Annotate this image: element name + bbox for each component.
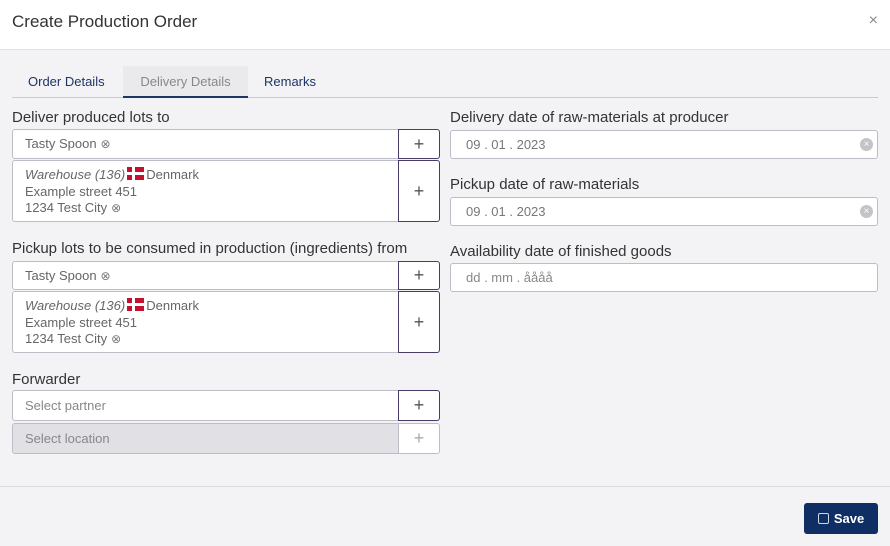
street: Example street 451	[25, 314, 138, 330]
clear-icon[interactable]: ⊗	[101, 269, 111, 283]
delivery-date-label: Delivery date of raw-materials at produc…	[450, 109, 729, 126]
clear-icon[interactable]: ⊗	[101, 137, 111, 151]
partner-name: Tasty Spoon	[25, 136, 97, 151]
country: Denmark	[146, 167, 199, 182]
clear-icon[interactable]: ⊗	[111, 201, 121, 215]
pickup-label: Pickup lots to be consumed in production…	[12, 240, 408, 257]
footer-divider	[0, 486, 890, 487]
deliver-label: Deliver produced lots to	[12, 109, 170, 126]
add-partner-button[interactable]: +	[398, 261, 440, 290]
clear-date-icon[interactable]: ×	[860, 138, 873, 151]
tab-remarks[interactable]: Remarks	[248, 66, 332, 98]
country: Denmark	[146, 298, 199, 313]
floppy-disk-icon	[817, 513, 829, 524]
pickup-date-label: Pickup date of raw-materials	[450, 176, 640, 193]
add-location-button[interactable]: +	[398, 160, 440, 222]
add-partner-button[interactable]: +	[398, 129, 440, 159]
forwarder-location-select[interactable]: Select location	[12, 423, 399, 454]
location-type: Warehouse (136)	[25, 167, 126, 182]
tab-bar: Order Details Delivery Details Remarks	[12, 66, 878, 98]
delivery-date-value: 09 . 01 . 2023	[466, 137, 546, 152]
close-icon[interactable]: ×	[869, 12, 878, 30]
denmark-flag-icon	[127, 167, 145, 180]
forwarder-partner-select[interactable]: Select partner	[12, 390, 399, 421]
deliver-partner-field[interactable]: Tasty Spoon ⊗	[12, 129, 399, 159]
location-type: Warehouse (136)	[25, 298, 126, 313]
add-forwarder-location-button[interactable]: +	[398, 423, 440, 454]
deliver-location-field[interactable]: Warehouse (136) Denmark Example street 45…	[12, 160, 399, 222]
dialog-header: Create Production Order ×	[0, 0, 890, 50]
availability-date-input[interactable]: dd . mm . åååå	[450, 263, 878, 292]
street: Example street 451	[25, 183, 138, 199]
add-location-button[interactable]: +	[398, 291, 440, 353]
save-button[interactable]: Save	[804, 503, 878, 534]
pickup-partner-field[interactable]: Tasty Spoon ⊗	[12, 261, 399, 290]
availability-date-label: Availability date of finished goods	[450, 243, 672, 260]
clear-icon[interactable]: ⊗	[111, 332, 121, 346]
add-forwarder-partner-button[interactable]: +	[398, 390, 440, 421]
city: 1234 Test City	[25, 331, 108, 346]
denmark-flag-icon	[127, 298, 145, 311]
pickup-date-value: 09 . 01 . 2023	[466, 204, 546, 219]
forwarder-label: Forwarder	[12, 371, 81, 388]
delivery-date-input[interactable]: 09 . 01 . 2023 ×	[450, 130, 878, 159]
save-label: Save	[833, 511, 865, 526]
tab-delivery-details[interactable]: Delivery Details	[123, 66, 248, 98]
pickup-date-input[interactable]: 09 . 01 . 2023 ×	[450, 197, 878, 226]
partner-name: Tasty Spoon	[25, 268, 97, 283]
clear-date-icon[interactable]: ×	[860, 205, 873, 218]
dialog-title: Create Production Order	[12, 12, 198, 31]
tab-order-details[interactable]: Order Details	[12, 66, 121, 98]
pickup-location-field[interactable]: Warehouse (136) Denmark Example street 45…	[12, 291, 399, 353]
city: 1234 Test City	[25, 200, 108, 215]
